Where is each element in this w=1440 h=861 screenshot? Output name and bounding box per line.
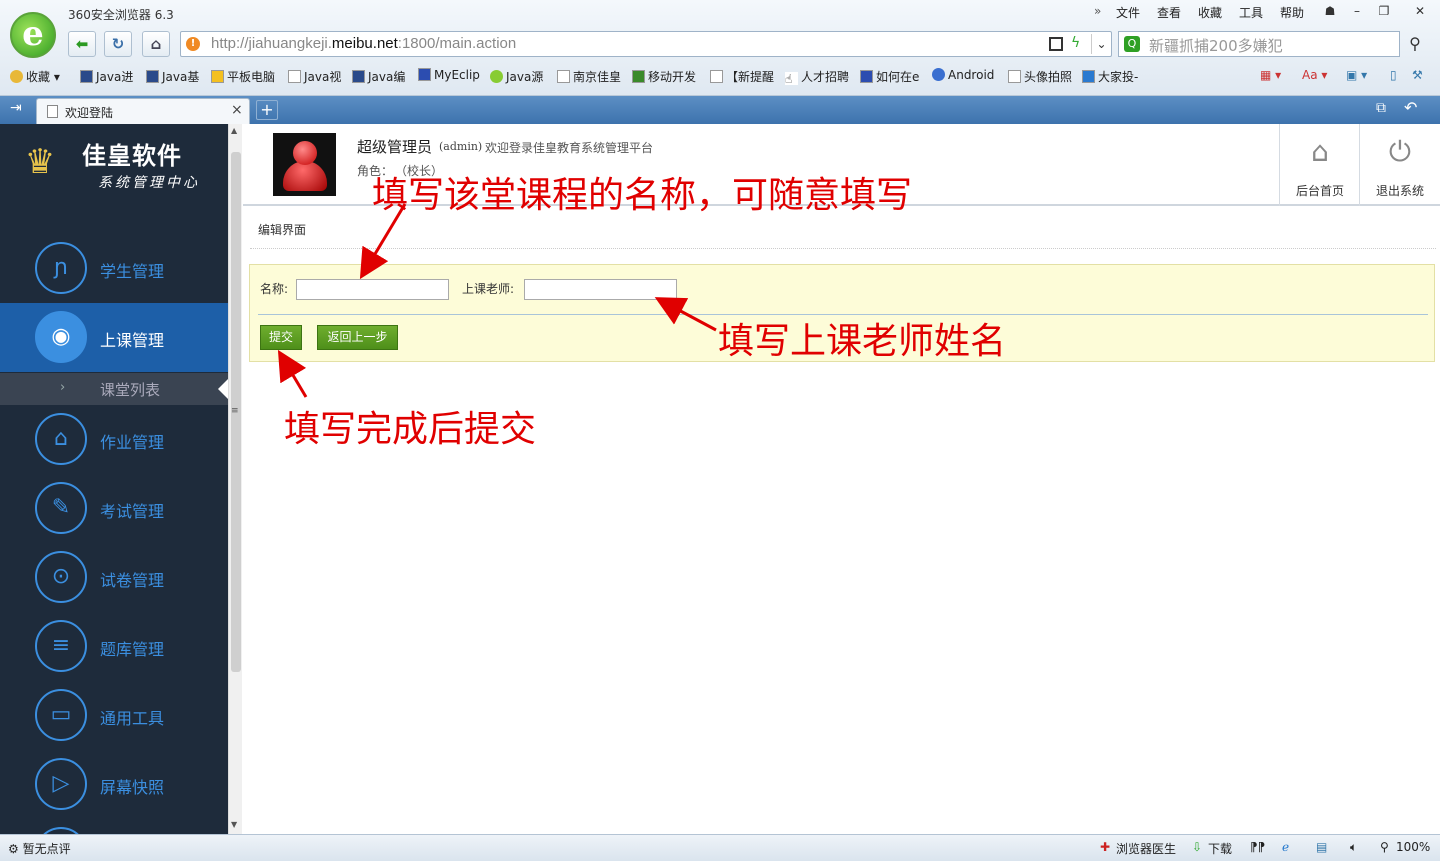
zoom-level[interactable]: 100% — [1396, 840, 1430, 854]
annotation-arrows — [277, 203, 717, 398]
volume-icon[interactable]: 🔈︎ — [1350, 840, 1357, 855]
download-icon[interactable]: ⇩ — [1192, 840, 1202, 854]
arrow-to-teacher-input — [654, 297, 717, 332]
zoom-icon[interactable]: ⚲ — [1380, 840, 1389, 854]
status-bar: ⚙ 暂无点评 ✚ 浏览器医生 ⇩ 下载 ⁋⁋ ℯ ▤ 🔈︎ ⚲ 100% — [0, 834, 1440, 861]
arrow-to-name-input — [359, 203, 407, 280]
comment-status[interactable]: ⚙ 暂无点评 — [8, 840, 71, 857]
doctor-label[interactable]: 浏览器医生 — [1116, 840, 1176, 857]
window-icon[interactable]: ▤ — [1316, 840, 1327, 854]
ie-icon[interactable]: ℯ — [1282, 840, 1289, 854]
download-label[interactable]: 下载 — [1208, 840, 1232, 857]
doctor-icon[interactable]: ✚ — [1100, 840, 1110, 854]
arrow-to-submit-button — [277, 349, 308, 398]
ime-icon[interactable]: ⁋⁋ — [1250, 840, 1265, 854]
